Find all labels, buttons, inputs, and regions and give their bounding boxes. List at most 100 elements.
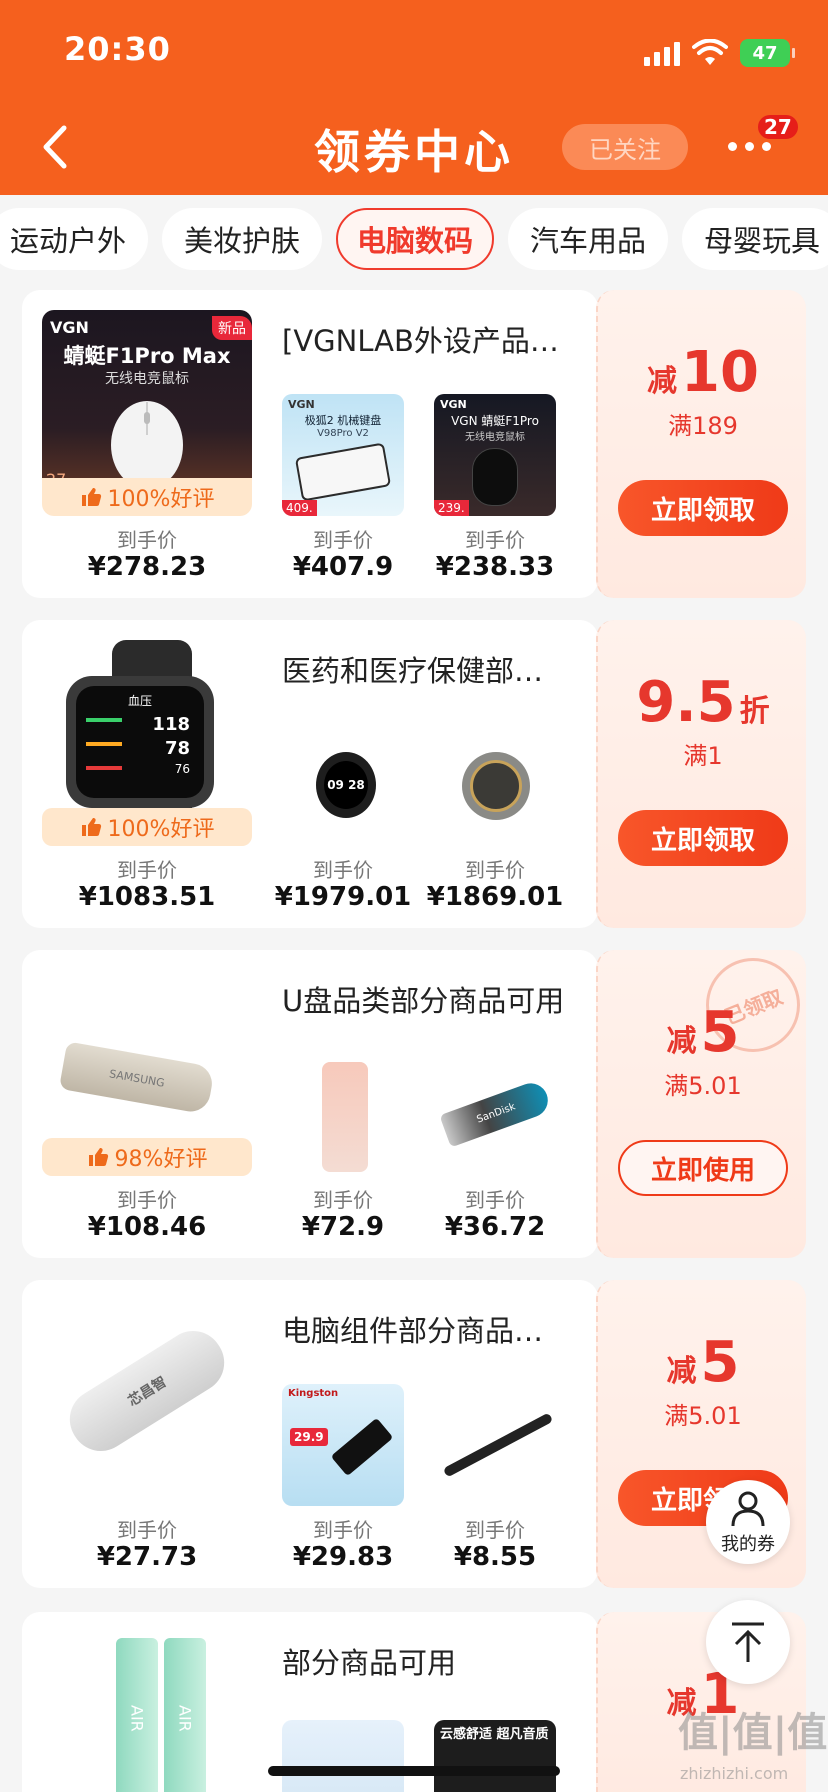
coupon-scope-title: 医药和医疗保健部… bbox=[282, 654, 544, 688]
product-image-keyboard[interactable]: VGN 极狐2 机械键盘 V98Pro V2 409. bbox=[282, 394, 404, 516]
signal-icon bbox=[644, 40, 680, 66]
coupon-suffix: 折 bbox=[739, 694, 770, 729]
card-products[interactable]: AIR AIR 部分商品可用 云感舒适 超凡音质 bbox=[22, 1612, 598, 1792]
promo-price: 29.9 bbox=[290, 1428, 328, 1446]
product-image-usb-hp[interactable] bbox=[282, 1054, 404, 1176]
category-tabs: 运动户外 美妆护肤 电脑数码 汽车用品 母婴玩具 bbox=[0, 208, 828, 270]
bar-orange bbox=[86, 742, 122, 746]
product-image-usb-kingston[interactable]: Kingston 29.9 bbox=[282, 1384, 404, 1506]
screen-label: 血压 bbox=[127, 694, 152, 708]
battery-icon: 47 bbox=[740, 39, 795, 67]
bar-green bbox=[86, 718, 122, 722]
usb-body bbox=[330, 1417, 394, 1477]
price-label: 到手价 bbox=[117, 1518, 177, 1542]
coupon-info: 9.5 折 满1 立即领取 bbox=[596, 620, 806, 928]
battery-cell: AIR bbox=[116, 1638, 158, 1792]
tab-sports[interactable]: 运动户外 bbox=[0, 208, 148, 270]
page-title: 领券中心 bbox=[314, 125, 514, 179]
brand-logo: VGN bbox=[440, 398, 467, 411]
coupon-amount: 减 5 bbox=[598, 1330, 808, 1395]
price-label: 到手价 bbox=[313, 1188, 373, 1212]
product-price: ¥1869.01 bbox=[426, 882, 564, 912]
rating-text: 100%好评 bbox=[107, 817, 215, 842]
card-products[interactable]: VGN 新品 蜻蜓F1Pro Max 无线电竞鼠标 27 100%好评 [VGN… bbox=[22, 290, 598, 598]
arrow-up-icon bbox=[732, 1622, 764, 1662]
scroll-to-top-button[interactable] bbox=[706, 1600, 790, 1684]
price-label: 到手价 bbox=[313, 1518, 373, 1542]
product-subtitle: 无线电竞鼠标 bbox=[105, 371, 189, 387]
coupon-scope-title: U盘品类部分商品可用 bbox=[282, 984, 565, 1018]
tab-computer-digital[interactable]: 电脑数码 bbox=[336, 208, 494, 270]
rating-badge: 98%好评 bbox=[42, 1138, 252, 1176]
price-label: 到手价 bbox=[117, 1188, 177, 1212]
brand-logo: Kingston bbox=[288, 1388, 339, 1399]
watch-screen: 血压 118 78 76 bbox=[76, 686, 204, 798]
watermark-logo: 值|值|值 bbox=[678, 1710, 828, 1756]
thumbs-up-icon bbox=[88, 1148, 108, 1166]
follow-button[interactable]: 已关注 bbox=[562, 124, 688, 170]
status-time: 20:30 bbox=[64, 30, 171, 68]
screen-value: 76 bbox=[174, 762, 190, 776]
card-products[interactable]: SAMSUNG 98%好评 U盘品类部分商品可用 SanDisk 到手价 到手价… bbox=[22, 950, 598, 1258]
coupon-amount: 9.5 折 bbox=[598, 670, 808, 735]
price-label: 到手价 bbox=[465, 858, 525, 882]
my-coupons-label: 我的券 bbox=[721, 1534, 775, 1555]
price-label: 到手价 bbox=[117, 858, 177, 882]
thumbs-up-icon bbox=[81, 488, 101, 506]
watch-face bbox=[470, 760, 522, 812]
product-image-battery[interactable]: AIR AIR bbox=[42, 1632, 252, 1792]
battery-cell: AIR bbox=[164, 1638, 206, 1792]
coupon-scope-title: 部分商品可用 bbox=[282, 1646, 457, 1680]
product-price: ¥1083.51 bbox=[78, 882, 216, 912]
tab-auto[interactable]: 汽车用品 bbox=[508, 208, 668, 270]
price-label: 到手价 bbox=[465, 1518, 525, 1542]
claim-coupon-button[interactable]: 立即领取 bbox=[618, 810, 788, 866]
product-image-earphones[interactable]: 云感舒适 超凡音质 bbox=[434, 1720, 556, 1792]
product-image-usb-swivel[interactable]: 芯昌智 bbox=[42, 1300, 252, 1498]
keyboard-graphic bbox=[294, 442, 392, 502]
product-price: ¥8.55 bbox=[453, 1542, 537, 1572]
usb-body: SAMSUNG bbox=[58, 1041, 216, 1115]
product-image-accessory[interactable] bbox=[282, 1720, 404, 1792]
coupon-condition: 满5.01 bbox=[664, 1072, 742, 1100]
product-subtitle: 无线电竞鼠标 bbox=[465, 432, 525, 443]
use-coupon-button[interactable]: 立即使用 bbox=[618, 1140, 788, 1196]
product-name: 云感舒适 超凡音质 bbox=[440, 1727, 549, 1742]
product-price: ¥27.73 bbox=[96, 1542, 198, 1572]
coupon-amount: 减 5 bbox=[598, 1000, 808, 1065]
my-coupons-button[interactable]: 我的券 bbox=[706, 1480, 790, 1564]
coupon-card: SAMSUNG 98%好评 U盘品类部分商品可用 SanDisk 到手价 到手价… bbox=[22, 943, 815, 1258]
tab-beauty[interactable]: 美妆护肤 bbox=[162, 208, 322, 270]
price-tag: 239. bbox=[434, 500, 469, 516]
price-label: 到手价 bbox=[465, 1188, 525, 1212]
product-image-mouse-f1pro[interactable]: VGN VGN 蜻蜓F1Pro 无线电竞鼠标 239. bbox=[434, 394, 556, 516]
product-price: ¥36.72 bbox=[444, 1212, 546, 1242]
coupon-value: 5 bbox=[700, 1330, 740, 1395]
wifi-icon bbox=[692, 39, 728, 65]
home-indicator[interactable] bbox=[268, 1766, 560, 1776]
usb-body: SanDisk bbox=[439, 1078, 553, 1148]
product-price: ¥108.46 bbox=[87, 1212, 207, 1242]
product-image-thermal-paste[interactable] bbox=[434, 1384, 556, 1506]
price-label: 到手价 bbox=[465, 528, 525, 552]
price-label: 到手价 bbox=[313, 858, 373, 882]
product-image-watch-round[interactable]: 09 28 bbox=[282, 724, 404, 846]
claim-coupon-button[interactable]: 立即领取 bbox=[618, 480, 788, 536]
bar-red bbox=[86, 766, 122, 770]
usb-body: 芯昌智 bbox=[58, 1319, 236, 1463]
price-label: 到手价 bbox=[313, 528, 373, 552]
card-products[interactable]: 血压 118 78 76 100%好评 医药和医疗保健部… 09 28 到手价 … bbox=[22, 620, 598, 928]
mouse-graphic bbox=[472, 448, 518, 506]
rating-badge: 100%好评 bbox=[42, 478, 252, 516]
card-products[interactable]: 芯昌智 电脑组件部分商品… Kingston 29.9 到手价 到手价 到手价 … bbox=[22, 1280, 598, 1588]
brand-logo: VGN bbox=[50, 318, 89, 337]
rating-text: 98%好评 bbox=[114, 1147, 208, 1172]
coupon-prefix: 减 bbox=[666, 1354, 697, 1389]
product-image-usb-sandisk[interactable]: SanDisk bbox=[434, 1054, 556, 1176]
tab-baby-toys[interactable]: 母婴玩具 bbox=[682, 208, 828, 270]
coupon-condition: 满1 bbox=[683, 742, 723, 770]
coupon-amount: 减 10 bbox=[598, 340, 808, 405]
product-image-watch-classic[interactable] bbox=[434, 724, 556, 846]
syringe bbox=[442, 1412, 554, 1478]
product-name: 极狐2 机械键盘 bbox=[304, 414, 382, 427]
